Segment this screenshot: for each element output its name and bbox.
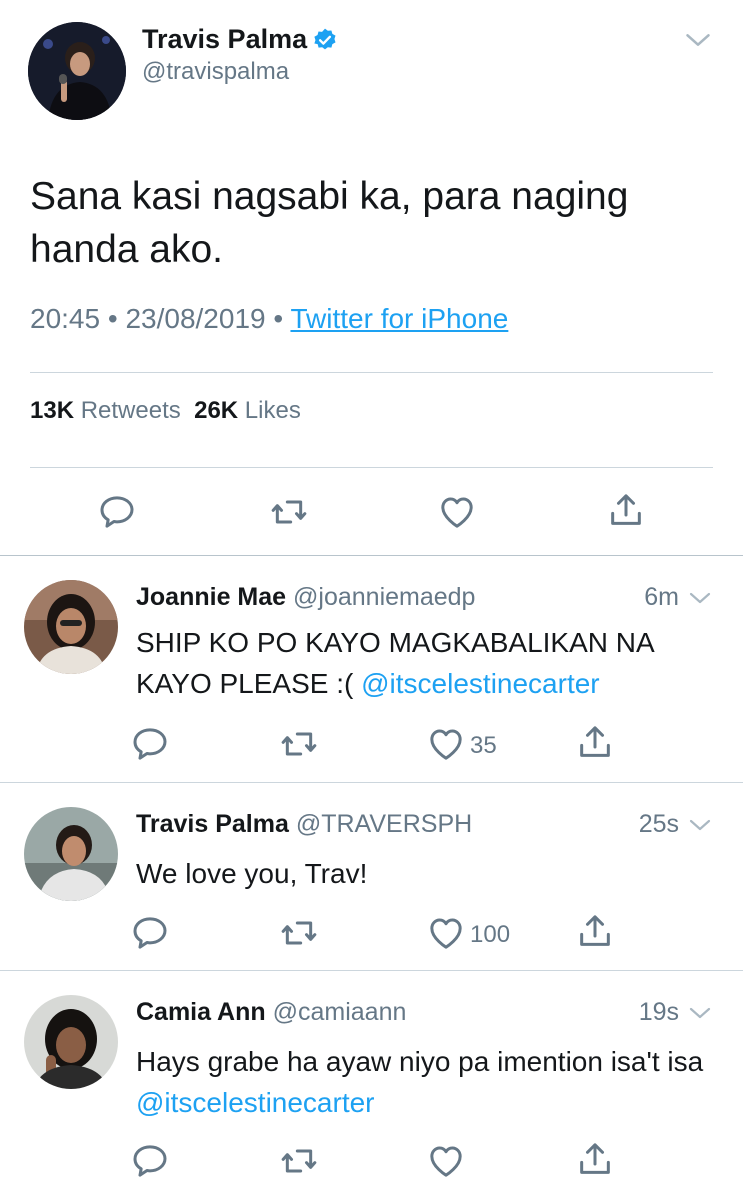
chevron-down-icon[interactable]: [686, 1001, 714, 1025]
reply-text: We love you, Trav!: [136, 853, 716, 894]
author-name-text: Travis Palma: [142, 24, 308, 54]
avatar-image: [28, 22, 126, 120]
chevron-down-icon[interactable]: [686, 813, 714, 837]
tweet-meta: 20:45 • 23/08/2019 • Twitter for iPhone: [30, 303, 508, 335]
avatar[interactable]: [28, 22, 126, 120]
likes-count: 26K: [194, 397, 239, 424]
tweet-date: 23/08/2019: [125, 303, 266, 334]
verified-badge-icon: [314, 28, 336, 49]
avatar-image: [24, 580, 118, 674]
reply-text: SHIP KO PO KAYO MAGKABALIKAN NA KAYO PLE…: [136, 622, 716, 704]
meta-separator: •: [273, 303, 284, 334]
divider: [30, 467, 713, 468]
retweets-label: Retweets: [80, 397, 181, 424]
reply-author-name[interactable]: Joannie Mae: [136, 583, 286, 611]
like-count: 35: [470, 732, 497, 759]
share-icon[interactable]: [575, 722, 615, 762]
like-icon[interactable]: [426, 1141, 466, 1181]
retweet-icon[interactable]: [279, 724, 319, 764]
reply-icon[interactable]: [130, 724, 170, 764]
share-icon[interactable]: [575, 911, 615, 951]
reply-header: Camia Ann @camiaann: [136, 998, 406, 1027]
reply-author-name[interactable]: Camia Ann: [136, 998, 266, 1026]
reply-author-name[interactable]: Travis Palma: [136, 810, 289, 838]
like-icon[interactable]: [426, 724, 466, 764]
reply-author-handle[interactable]: @TRAVERSPH: [296, 810, 472, 838]
mention-link[interactable]: @itscelestinecarter: [136, 1087, 375, 1118]
reply-tweet[interactable]: Travis Palma @TRAVERSPH 25s We love you,…: [0, 783, 743, 971]
avatar[interactable]: [24, 995, 118, 1089]
retweets-stat[interactable]: 13K Retweets: [30, 397, 181, 424]
reply-tweet[interactable]: Joannie Mae @joanniemaedp 6m SHIP KO PO …: [0, 556, 743, 782]
like-icon[interactable]: [426, 913, 466, 953]
likes-stat[interactable]: 26K Likes: [194, 397, 301, 424]
avatar[interactable]: [24, 580, 118, 674]
mention-link[interactable]: @itscelestinecarter: [361, 668, 600, 699]
reply-author-handle[interactable]: @camiaann: [273, 998, 407, 1026]
chevron-down-icon[interactable]: [686, 586, 714, 610]
like-icon[interactable]: [437, 492, 477, 532]
reply-text-body: We love you, Trav!: [136, 858, 368, 889]
reply-author-handle[interactable]: @joanniemaedp: [293, 583, 475, 611]
reply-icon[interactable]: [97, 492, 137, 532]
reply-header: Travis Palma @TRAVERSPH: [136, 810, 472, 839]
main-tweet: Travis Palma @travispalma Sana kasi nags…: [0, 0, 743, 556]
tweet-time: 20:45: [30, 303, 101, 334]
author-name[interactable]: Travis Palma: [142, 24, 338, 55]
retweets-count: 13K: [30, 397, 75, 424]
reply-tweet[interactable]: Camia Ann @camiaann 19s Hays grabe ha ay…: [0, 971, 743, 1200]
share-icon[interactable]: [575, 1139, 615, 1179]
avatar-image: [24, 995, 118, 1089]
reply-icon[interactable]: [130, 913, 170, 953]
author-handle[interactable]: @travispalma: [142, 58, 289, 86]
reply-header: Joannie Mae @joanniemaedp: [136, 583, 475, 612]
reply-text-body: Hays grabe ha ayaw niyo pa imention isa'…: [136, 1046, 704, 1077]
divider: [30, 372, 713, 373]
chevron-down-icon[interactable]: [682, 26, 714, 54]
reply-time: 25s: [638, 810, 679, 838]
reply-time: 19s: [638, 998, 679, 1026]
avatar[interactable]: [24, 807, 118, 901]
reply-icon[interactable]: [130, 1141, 170, 1181]
reply-text: Hays grabe ha ayaw niyo pa imention isa'…: [136, 1041, 716, 1123]
tweet-text: Sana kasi nagsabi ka, para naging handa …: [30, 175, 629, 271]
likes-label: Likes: [244, 397, 301, 424]
meta-separator: •: [107, 303, 118, 334]
share-icon[interactable]: [606, 490, 646, 530]
tweet-stats: 13K Retweets 26K Likes: [30, 397, 301, 425]
reply-time: 6m: [644, 583, 679, 611]
avatar-image: [24, 807, 118, 901]
retweet-icon[interactable]: [279, 913, 319, 953]
retweet-icon[interactable]: [269, 492, 309, 532]
like-count: 100: [470, 921, 511, 948]
retweet-icon[interactable]: [279, 1141, 319, 1181]
tweet-source-link[interactable]: Twitter for iPhone: [290, 303, 508, 334]
